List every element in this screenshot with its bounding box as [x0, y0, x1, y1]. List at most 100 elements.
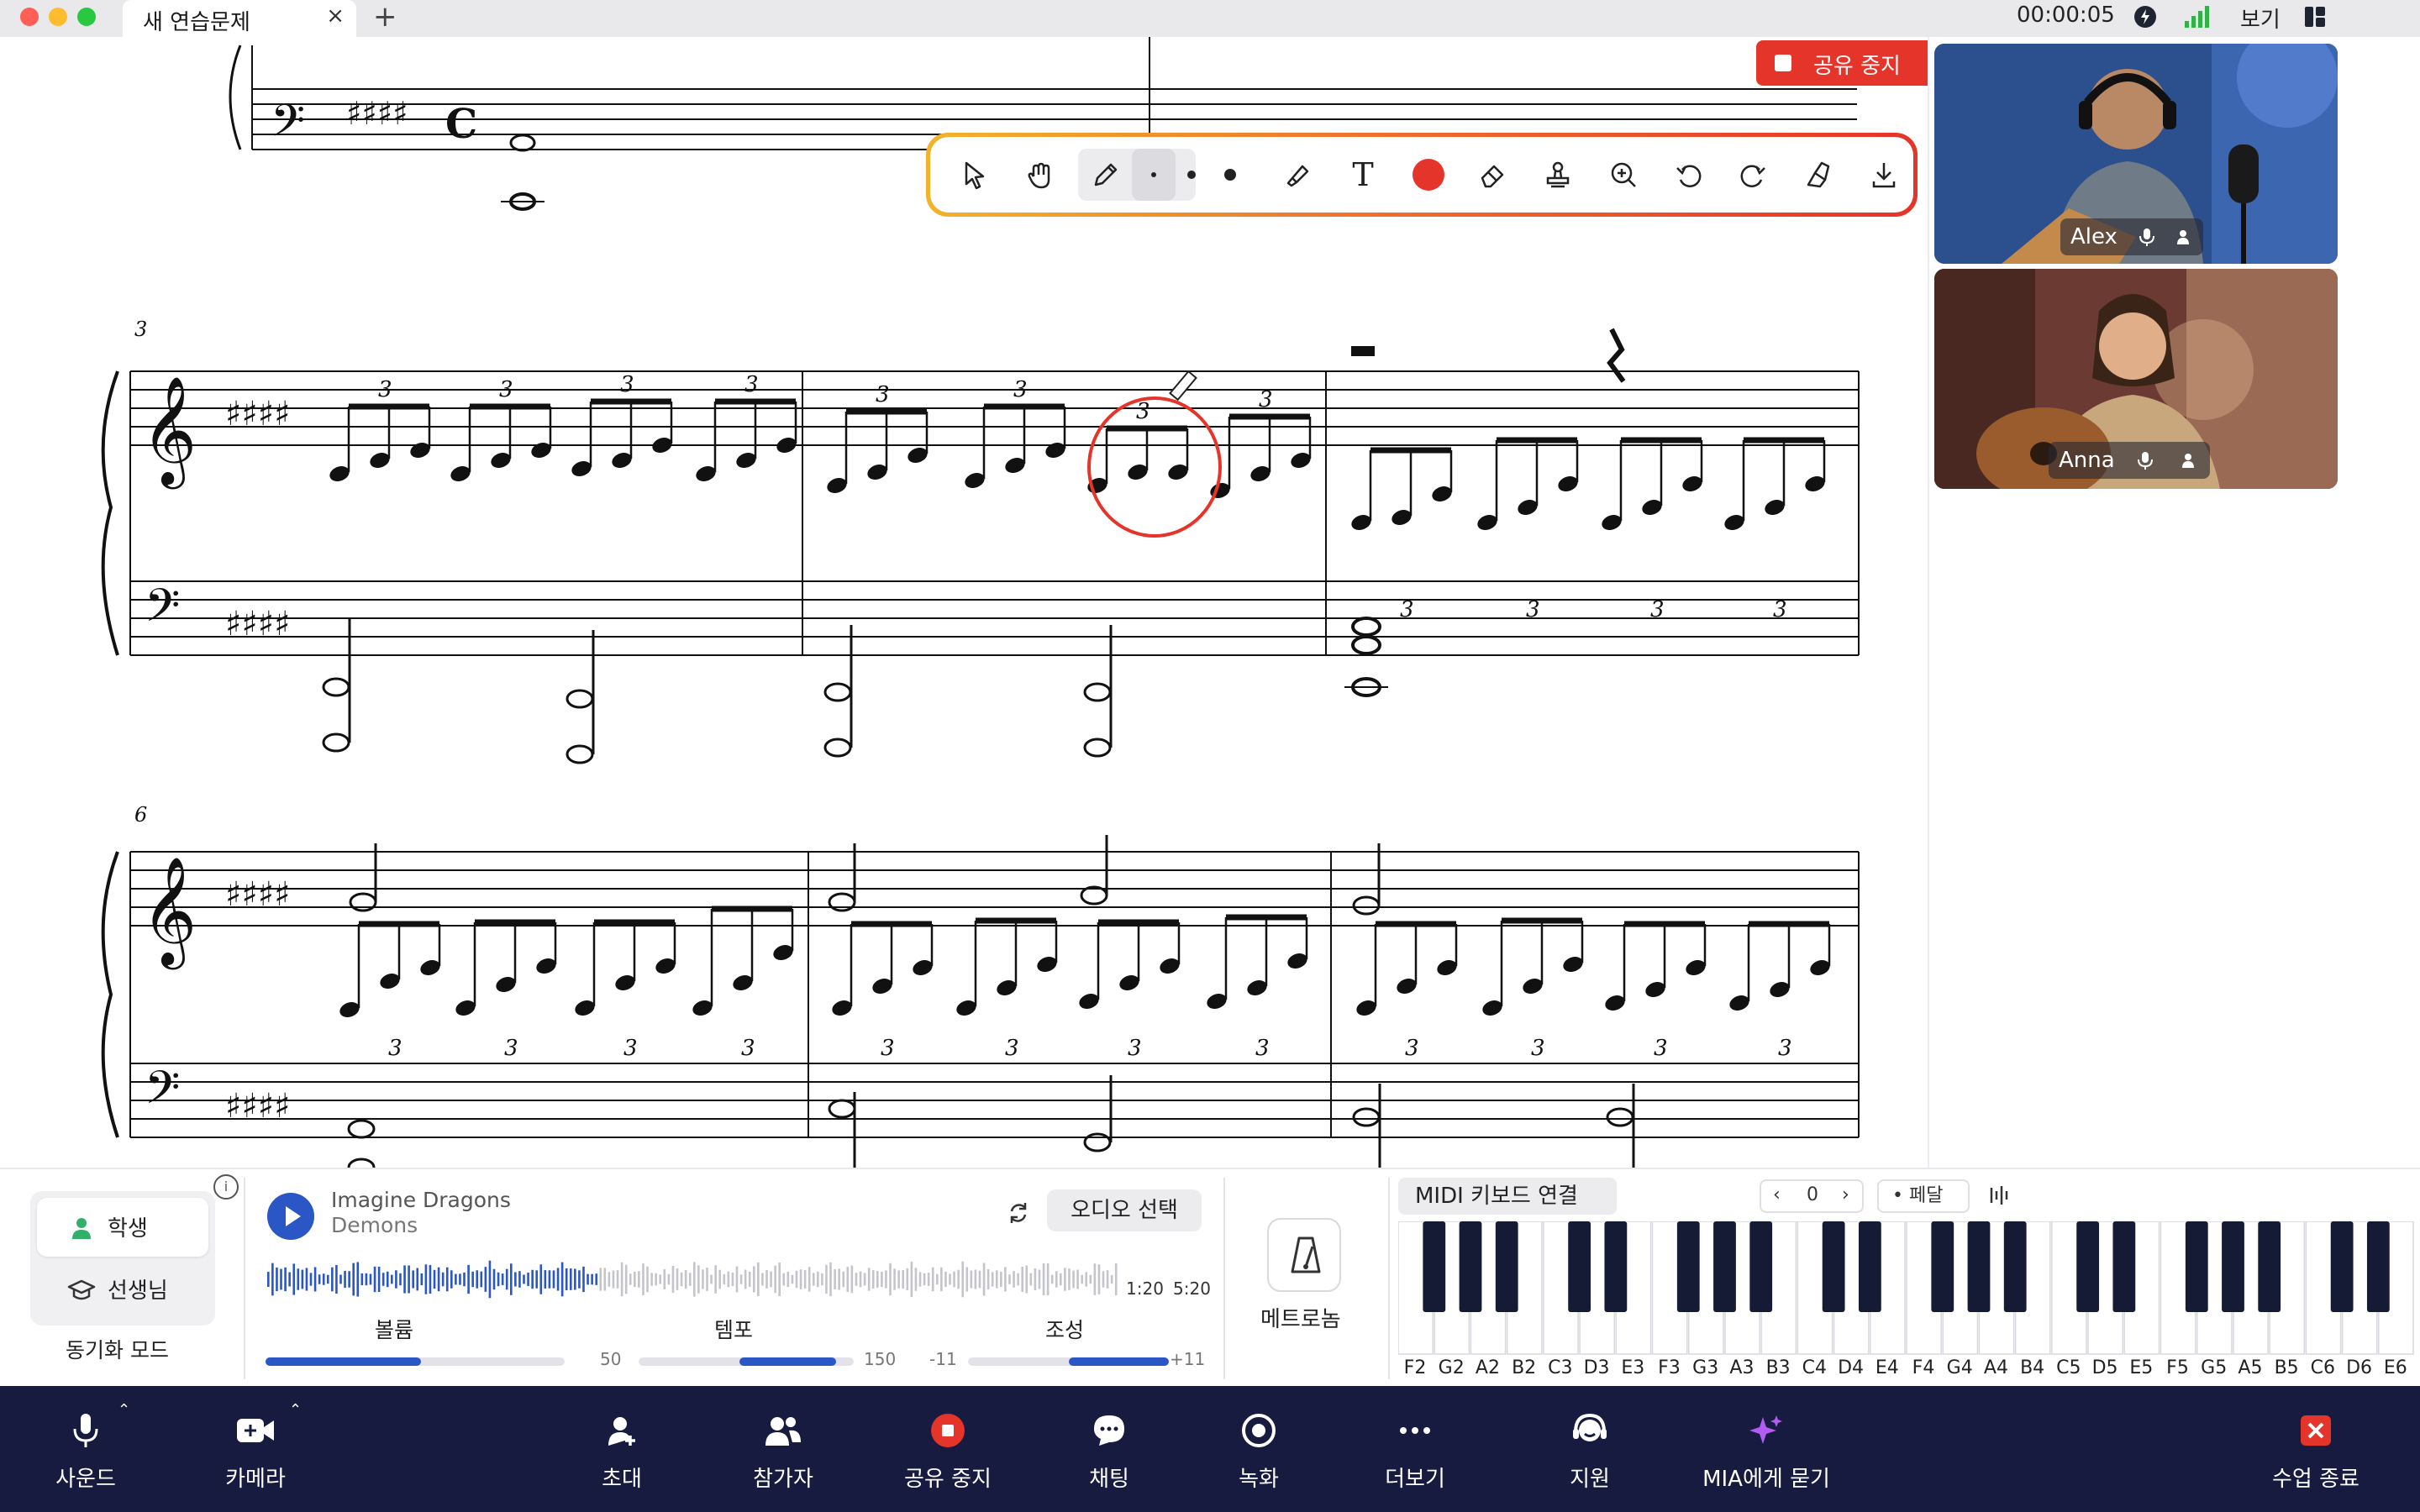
new-tab-button[interactable]: +: [373, 0, 397, 34]
metronome-button[interactable]: [1267, 1218, 1341, 1292]
stamp-icon[interactable]: [1532, 149, 1584, 201]
more-button[interactable]: 더보기: [1339, 1408, 1491, 1500]
undo-icon[interactable]: [1663, 149, 1715, 201]
piano-black-key[interactable]: [2112, 1221, 2136, 1312]
end-class-button[interactable]: 수업 종료: [2240, 1408, 2391, 1500]
waveform-bar: [803, 1270, 807, 1289]
piano-black-key[interactable]: [1604, 1221, 1628, 1312]
piano-note-label: F3: [1658, 1357, 1681, 1378]
video-tile-alex[interactable]: Alex: [1934, 44, 2338, 264]
video-tile-anna[interactable]: Anna: [1934, 269, 2338, 489]
waveform-bar: [970, 1270, 973, 1289]
mode-student-button[interactable]: 학생: [37, 1198, 208, 1257]
close-window-button[interactable]: [20, 8, 39, 26]
support-button[interactable]: 지원: [1514, 1408, 1665, 1500]
text-icon[interactable]: T: [1337, 149, 1389, 201]
participants-button[interactable]: 참가자: [708, 1408, 859, 1500]
octave-next-button[interactable]: ›: [1842, 1184, 1849, 1205]
triplet-mark: 3: [744, 372, 759, 397]
mode-teacher-button[interactable]: 선생님: [37, 1260, 208, 1319]
play-button[interactable]: [267, 1193, 314, 1240]
piano-black-key[interactable]: [1459, 1221, 1482, 1312]
color-swatch[interactable]: [1402, 149, 1455, 201]
layout-grid-icon[interactable]: [2302, 4, 2328, 33]
small-dot-icon[interactable]: [1132, 149, 1176, 201]
piano-black-key[interactable]: [1931, 1221, 1954, 1312]
piano-black-key[interactable]: [1749, 1221, 1773, 1312]
piano-black-key[interactable]: [2076, 1221, 2100, 1312]
tab-practice[interactable]: 새 연습문제 ×: [123, 0, 356, 37]
piano-black-key[interactable]: [1676, 1221, 1700, 1312]
waveform-bar: [1068, 1268, 1071, 1290]
zoom-in-icon[interactable]: [1597, 149, 1649, 201]
waveform-bar: [471, 1271, 474, 1288]
piano-black-key[interactable]: [1822, 1221, 1845, 1312]
piano-black-key[interactable]: [1568, 1221, 1591, 1312]
piano-black-key[interactable]: [2330, 1221, 2354, 1312]
piano-black-key[interactable]: [1423, 1221, 1446, 1312]
piano-black-key[interactable]: [1713, 1221, 1736, 1312]
waveform-bar: [1025, 1265, 1028, 1294]
bolt-icon: [2133, 4, 2158, 33]
redo-icon[interactable]: [1727, 149, 1779, 201]
camera-options-chevron-icon[interactable]: ⌃: [289, 1401, 302, 1419]
audio-select-button[interactable]: 오디오 선택: [1047, 1189, 1202, 1231]
piano-black-key[interactable]: [2222, 1221, 2244, 1312]
audio-waveform[interactable]: [267, 1258, 1119, 1300]
piano-black-key[interactable]: [1858, 1221, 1881, 1312]
hand-icon[interactable]: [1014, 149, 1066, 201]
tab-close-icon[interactable]: ×: [326, 3, 345, 29]
piano-black-key[interactable]: [2185, 1221, 2208, 1312]
view-menu[interactable]: 보기: [2240, 3, 2281, 34]
record-button[interactable]: 녹화: [1183, 1408, 1334, 1500]
ask-mia-button[interactable]: MIA에게 묻기: [1691, 1408, 1842, 1500]
sound-button[interactable]: 사운드: [10, 1408, 161, 1500]
pencil-icon[interactable]: [1080, 149, 1132, 201]
download-icon[interactable]: [1858, 149, 1910, 201]
waveform-bar: [761, 1273, 764, 1286]
chat-button[interactable]: 채팅: [1034, 1408, 1185, 1500]
eraser-icon[interactable]: [1466, 149, 1518, 201]
volume-slider[interactable]: [266, 1357, 565, 1366]
stop-sharing-banner[interactable]: 공유 중지: [1756, 40, 1929, 86]
piano-black-key[interactable]: [1967, 1221, 1991, 1312]
key-signature: ♯♯♯♯: [225, 395, 290, 433]
invite-button[interactable]: 초대: [546, 1408, 697, 1500]
waveform-bar: [309, 1273, 313, 1286]
waveform-bar: [846, 1267, 850, 1292]
large-dot-icon[interactable]: [1211, 149, 1249, 201]
stop-sharing-label: 공유 중지: [1813, 54, 1901, 79]
waveform-bar: [688, 1273, 692, 1286]
piano-black-key[interactable]: [2366, 1221, 2390, 1312]
midi-connect-label[interactable]: MIDI 키보드 연결: [1398, 1178, 1617, 1215]
maximize-window-button[interactable]: [77, 8, 96, 26]
waveform-bar: [638, 1271, 640, 1288]
piano-black-key[interactable]: [2258, 1221, 2281, 1312]
key-slider[interactable]: [968, 1357, 1169, 1366]
camera-button[interactable]: 카메라: [180, 1408, 331, 1500]
pedal-toggle[interactable]: • 페달: [1877, 1179, 1970, 1213]
minimize-window-button[interactable]: [49, 8, 67, 26]
waveform-bar: [812, 1273, 815, 1286]
piano-keyboard[interactable]: [1398, 1221, 2415, 1356]
select-arrow-icon[interactable]: [949, 149, 1001, 201]
tempo-slider[interactable]: [639, 1357, 854, 1366]
highlighter-icon[interactable]: [1271, 149, 1323, 201]
triplet-mark: 3: [1005, 1036, 1019, 1061]
sparkle-icon: [1749, 1415, 1782, 1444]
piano-black-key[interactable]: [2003, 1221, 2027, 1312]
sound-options-chevron-icon[interactable]: ⌃: [118, 1401, 130, 1419]
person-icon: [2182, 454, 2194, 468]
waveform-bar: [326, 1274, 329, 1284]
waveform-bar: [1013, 1271, 1015, 1288]
stop-share-button[interactable]: 공유 중지: [872, 1408, 1023, 1500]
loop-icon[interactable]: [1005, 1200, 1032, 1226]
octave-prev-button[interactable]: ‹: [1773, 1184, 1781, 1205]
waveform-bar: [416, 1268, 419, 1291]
red-annotation-circle[interactable]: [1087, 396, 1222, 538]
piano-black-key[interactable]: [1495, 1221, 1518, 1312]
medium-dot-icon[interactable]: [1172, 149, 1211, 201]
equalizer-icon[interactable]: [1986, 1183, 2012, 1208]
clear-icon[interactable]: [1792, 149, 1844, 201]
info-icon[interactable]: i: [213, 1174, 239, 1200]
